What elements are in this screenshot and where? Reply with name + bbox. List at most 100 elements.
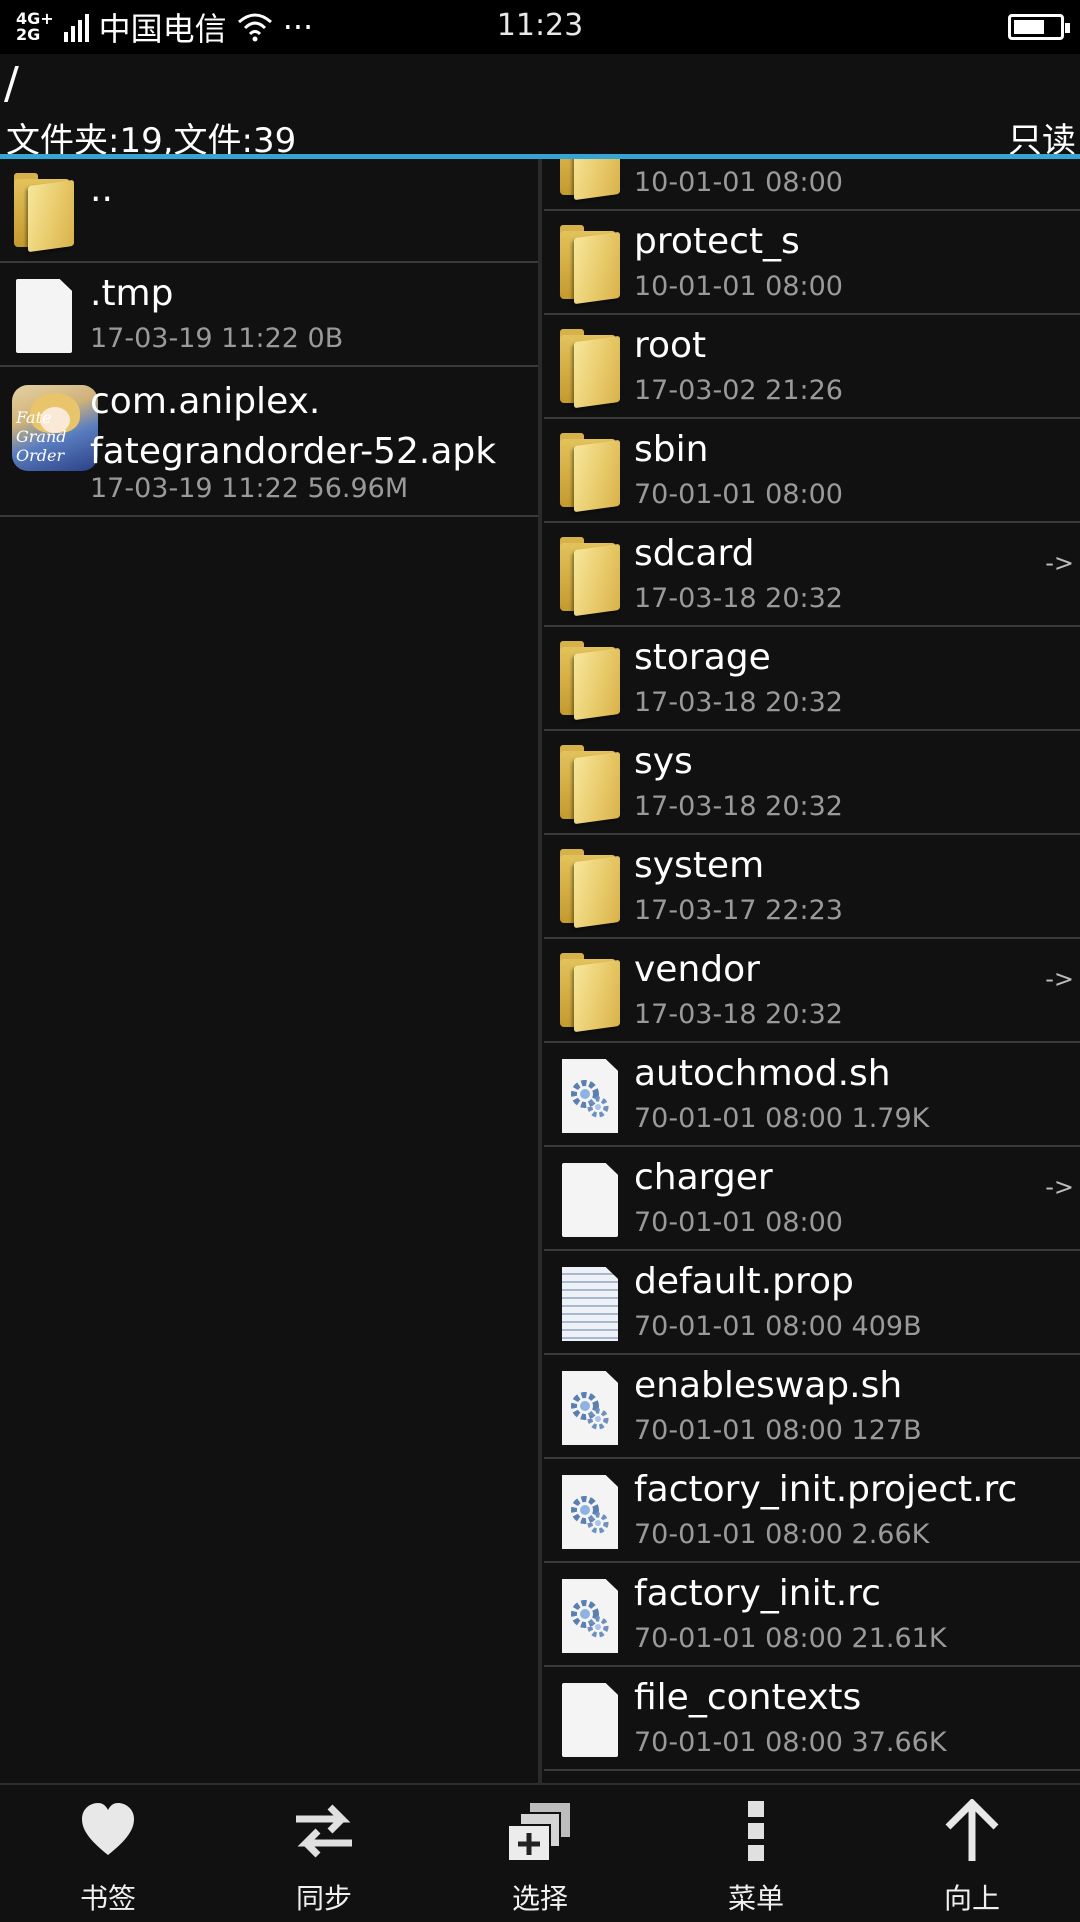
file-row[interactable]: protect_s 10-01-01 08:00 xyxy=(544,211,1080,315)
symlink-indicator: -> xyxy=(1045,1173,1074,1201)
file-name: autochmod.sh xyxy=(634,1053,891,1094)
app-icon: Fate Grand Order xyxy=(10,381,98,471)
folder-icon xyxy=(556,225,622,305)
file-row[interactable]: autochmod.sh 70-01-01 08:00 1.79K xyxy=(544,1043,1080,1147)
file-name: system xyxy=(634,845,765,886)
text-file-icon xyxy=(556,1265,622,1341)
bookmark-button[interactable]: 书签 xyxy=(8,1785,208,1922)
file-row[interactable]: enableswap.sh 70-01-01 08:00 127B xyxy=(544,1355,1080,1459)
file-meta: 17-03-18 20:32 xyxy=(634,791,843,822)
file-meta: 10-01-01 08:00 xyxy=(634,167,843,198)
file-meta: 17-03-19 11:22 0B xyxy=(90,323,344,354)
file-name: factory_init.rc xyxy=(634,1573,881,1614)
battery-icon xyxy=(1008,14,1070,40)
file-meta: 17-03-18 20:32 xyxy=(634,999,843,1030)
right-pane[interactable]: protect_f10-01-01 08:00 protect_s 10-01-01… xyxy=(544,159,1080,1783)
menu-label: 菜单 xyxy=(727,1882,784,1915)
file-row[interactable]: .tmp 17-03-19 11:22 0B xyxy=(0,263,538,367)
select-label: 选择 xyxy=(511,1882,568,1915)
file-meta: 17-03-17 22:23 xyxy=(634,895,843,926)
file-row[interactable]: sys 17-03-18 20:32 xyxy=(544,731,1080,835)
file-row[interactable]: storage 17-03-18 20:32 xyxy=(544,627,1080,731)
file-name: storage xyxy=(634,637,771,678)
status-time: 11:23 xyxy=(496,8,584,43)
file-meta: 10-01-01 08:00 xyxy=(634,271,843,302)
file-name: root xyxy=(634,325,707,366)
folder-icon xyxy=(556,745,622,825)
file-meta: 70-01-01 08:00 xyxy=(634,479,843,510)
script-icon xyxy=(556,1577,622,1653)
folder-icon xyxy=(556,849,622,929)
folder-icon xyxy=(556,329,622,409)
file-name: charger xyxy=(634,1157,773,1198)
file-row[interactable]: Fate Grand Order com.aniplex. fategrando… xyxy=(0,367,538,517)
file-row[interactable]: file_contexts 70-01-01 08:00 37.66K xyxy=(544,1667,1080,1771)
file-name: file_contexts xyxy=(634,1677,862,1718)
more-vertical-icon xyxy=(748,1801,764,1861)
up-button[interactable]: 向上 xyxy=(872,1785,1072,1922)
file-meta: 17-03-19 11:22 56.96M xyxy=(90,473,409,504)
file-meta: 70-01-01 08:00 37.66K xyxy=(634,1727,947,1758)
file-name: enableswap.sh xyxy=(634,1365,903,1406)
select-button[interactable]: 选择 xyxy=(440,1785,640,1922)
script-icon xyxy=(556,1473,622,1549)
file-name: factory_init.project.rc xyxy=(634,1469,1018,1510)
left-pane[interactable]: .. .tmp 17-03-19 11:22 0B Fate Grand Ord… xyxy=(0,159,538,1783)
pane-splitter[interactable] xyxy=(538,159,542,1783)
file-row[interactable]: factory_init.project.rc 70-01-01 08:00 2.… xyxy=(544,1459,1080,1563)
file-row-parent[interactable]: .. xyxy=(0,159,538,263)
heart-icon xyxy=(82,1803,134,1855)
file-row[interactable]: sdcard 17-03-18 20:32 -> xyxy=(544,523,1080,627)
file-row[interactable]: protect_f10-01-01 08:00 xyxy=(544,159,1080,211)
path-header: / 文件夹:19,文件:39 只读 xyxy=(0,54,1080,161)
file-meta: 70-01-01 08:00 127B xyxy=(634,1415,922,1446)
file-row[interactable]: root 17-03-02 21:26 xyxy=(544,315,1080,419)
menu-button[interactable]: 菜单 xyxy=(656,1785,856,1922)
file-meta: 70-01-01 08:00 xyxy=(634,1207,843,1238)
file-meta: 70-01-01 08:00 2.66K xyxy=(634,1519,930,1550)
file-name: .. xyxy=(90,169,113,210)
file-row[interactable]: factory_init.rc 70-01-01 08:00 21.61K xyxy=(544,1563,1080,1667)
script-icon xyxy=(556,1369,622,1445)
folder-icon xyxy=(10,173,76,253)
file-row[interactable]: vendor 17-03-18 20:32 -> xyxy=(544,939,1080,1043)
symlink-indicator: -> xyxy=(1045,965,1074,993)
folder-icon xyxy=(556,641,622,721)
folder-icon xyxy=(556,159,622,201)
up-label: 向上 xyxy=(943,1882,1000,1915)
file-row[interactable]: default.prop 70-01-01 08:00 409B xyxy=(544,1251,1080,1355)
file-meta: 17-03-18 20:32 xyxy=(634,687,843,718)
file-meta: 70-01-01 08:00 21.61K xyxy=(634,1623,947,1654)
file-name: .tmp xyxy=(90,273,174,314)
multi-select-icon xyxy=(507,1803,570,1862)
symlink-indicator: -> xyxy=(1045,549,1074,577)
file-icon xyxy=(556,1161,622,1237)
file-meta: 17-03-18 20:32 xyxy=(634,583,843,614)
file-icon xyxy=(556,1681,622,1757)
app-icon-text: Fate Grand Order xyxy=(16,408,67,465)
file-meta: 17-03-02 21:26 xyxy=(634,375,843,406)
sync-button[interactable]: 同步 xyxy=(224,1785,424,1922)
arrow-up-icon xyxy=(945,1799,999,1861)
file-name: sys xyxy=(634,741,693,782)
folder-icon xyxy=(556,537,622,617)
file-icon xyxy=(10,277,76,353)
file-meta: 70-01-01 08:00 1.79K xyxy=(634,1103,930,1134)
file-name: default.prop xyxy=(634,1261,854,1302)
file-row[interactable]: system 17-03-17 22:23 xyxy=(544,835,1080,939)
swap-arrows-icon xyxy=(296,1804,352,1858)
status-bar: 4G+ 2G 中国电信 ··· 11:23 xyxy=(0,0,1080,54)
bottom-toolbar: 书签 同步 选择 菜单 向上 xyxy=(0,1783,1080,1920)
file-name: sbin xyxy=(634,429,709,470)
folder-icon xyxy=(556,953,622,1033)
file-name: com.aniplex. fategrandorder-52.apk xyxy=(90,381,497,472)
file-row[interactable]: charger 70-01-01 08:00 -> xyxy=(544,1147,1080,1251)
file-row[interactable]: sbin 70-01-01 08:00 xyxy=(544,419,1080,523)
file-meta: 70-01-01 08:00 409B xyxy=(634,1311,922,1342)
bookmark-label: 书签 xyxy=(79,1882,136,1915)
file-name: protect_s xyxy=(634,221,800,262)
file-name: vendor xyxy=(634,949,760,990)
file-name: sdcard xyxy=(634,533,755,574)
current-path[interactable]: / xyxy=(4,58,19,109)
sync-label: 同步 xyxy=(295,1882,352,1915)
